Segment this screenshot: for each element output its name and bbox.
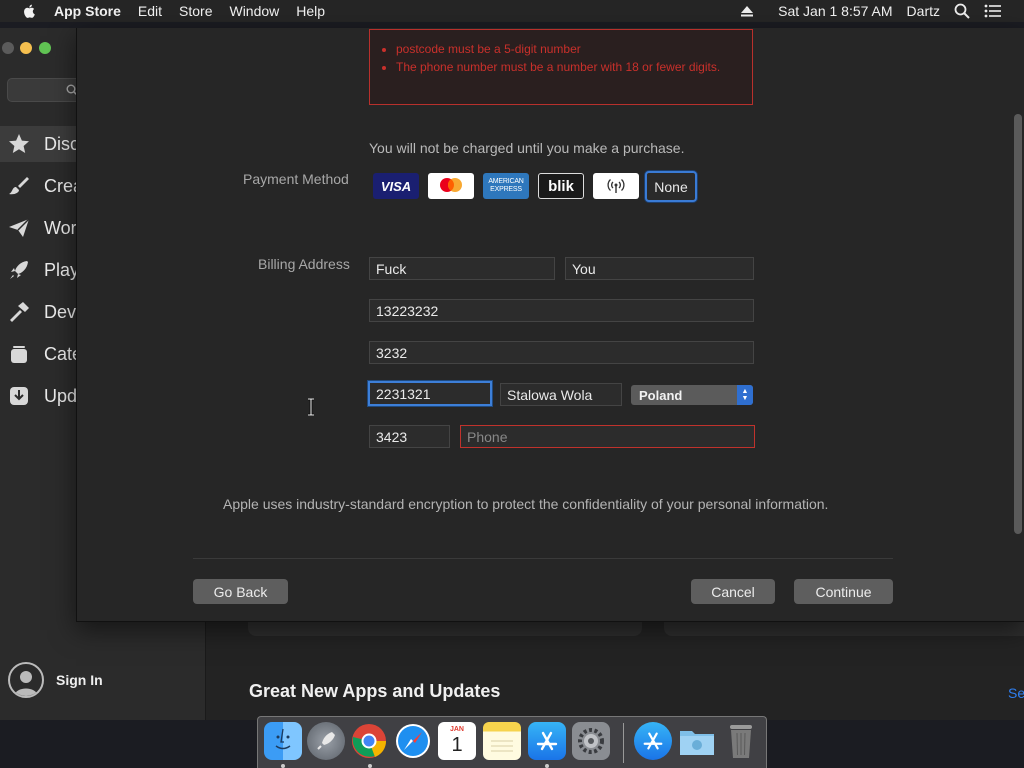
chevron-up-down-icon: ▲ ▼ (737, 385, 753, 405)
sidebar-item-label: Dev (44, 301, 77, 322)
section-title: Great New Apps and Updates (249, 681, 501, 701)
calendar-day: 1 (451, 734, 463, 756)
error-item: postcode must be a 5-digit number (396, 40, 742, 58)
first-name-field[interactable]: Fuck (369, 257, 555, 280)
menu-store[interactable]: Store (179, 3, 212, 19)
download-icon (6, 383, 32, 409)
menu-bar: App Store Edit Store Window Help Sat Jan… (0, 0, 1024, 22)
dock-separator (623, 723, 624, 763)
payment-sheet: postcode must be a 5-digit number The ph… (76, 28, 1024, 622)
avatar-icon (8, 662, 44, 698)
trash-icon[interactable] (722, 722, 760, 760)
contactless-option[interactable] (593, 173, 639, 199)
sidebar-item-label: Play (44, 259, 80, 280)
mastercard-icon (440, 178, 462, 192)
cancel-button[interactable]: Cancel (691, 579, 775, 604)
charge-note: You will not be charged until you make a… (369, 140, 685, 156)
calendar-month: JAN (449, 726, 464, 733)
menu-help[interactable]: Help (296, 3, 325, 19)
chrome-icon[interactable] (350, 722, 388, 760)
menu-edit[interactable]: Edit (138, 3, 162, 19)
hammer-icon (6, 299, 32, 325)
safari-icon[interactable] (394, 722, 432, 760)
zoom-window-button[interactable] (39, 42, 51, 54)
paper-plane-icon (6, 215, 32, 241)
menu-window[interactable]: Window (229, 3, 279, 19)
phone-field[interactable]: Phone (460, 425, 755, 448)
sign-in-label: Sign In (56, 672, 103, 688)
text-cursor-icon (308, 398, 314, 416)
star-icon (6, 131, 32, 157)
payment-method-label: Payment Method (243, 171, 349, 187)
eject-icon[interactable] (740, 4, 754, 18)
error-message-box: postcode must be a 5-digit number The ph… (369, 29, 753, 105)
sign-in-button[interactable]: Sign In (8, 662, 103, 698)
sidebar-item-label: Upd (44, 385, 78, 406)
folder-icon[interactable] (678, 722, 716, 760)
scrollbar[interactable] (1014, 114, 1022, 534)
minimize-window-button[interactable] (20, 42, 32, 54)
menu-user[interactable]: Dartz (907, 3, 940, 19)
app-store-icon[interactable] (528, 722, 566, 760)
running-indicator (281, 764, 285, 768)
last-name-field[interactable]: You (565, 257, 754, 280)
close-window-button[interactable] (2, 42, 14, 54)
none-payment-option[interactable]: None (645, 171, 697, 202)
categories-icon (6, 341, 32, 367)
launchpad-icon[interactable] (307, 722, 345, 760)
visa-option[interactable]: VISA (373, 173, 419, 199)
error-item: The phone number must be a number with 1… (396, 58, 742, 76)
city-field[interactable]: Stalowa Wola (500, 383, 622, 406)
none-label: None (654, 178, 688, 195)
blik-label: blik (548, 177, 574, 195)
divider (193, 558, 893, 559)
app-store-downloads-icon[interactable] (634, 722, 672, 760)
running-indicator (368, 764, 372, 768)
sidebar-item-label: Wor (44, 217, 77, 238)
menu-clock[interactable]: Sat Jan 1 8:57 AM (778, 3, 892, 19)
visa-label: VISA (380, 178, 412, 194)
finder-icon[interactable] (264, 722, 302, 760)
encryption-note: Apple uses industry-standard encryption … (223, 496, 829, 512)
area-code-field[interactable]: 3423 (369, 425, 450, 448)
contactless-icon (607, 179, 625, 193)
notification-center-icon[interactable] (984, 4, 1002, 18)
spotlight-search-icon[interactable] (954, 3, 970, 19)
continue-button[interactable]: Continue (794, 579, 893, 604)
postcode-field[interactable]: 2231321 (368, 381, 492, 406)
street-field[interactable]: 13223232 (369, 299, 754, 322)
mastercard-option[interactable] (428, 173, 474, 199)
brush-icon (6, 173, 32, 199)
blik-option[interactable]: blik (538, 173, 584, 199)
sidebar-item-label: Disc (44, 133, 79, 154)
billing-address-label: Billing Address (258, 256, 350, 272)
amex-label: AMERICAN EXPRESS (488, 178, 524, 193)
country-select[interactable]: Poland ▲ ▼ (631, 385, 753, 405)
system-preferences-icon[interactable] (572, 722, 610, 760)
see-all-link[interactable]: Se (1008, 685, 1024, 701)
notes-icon[interactable] (483, 722, 521, 760)
running-indicator (545, 764, 549, 768)
apple-icon[interactable] (20, 3, 40, 19)
street-line2-field[interactable]: 3232 (369, 341, 754, 364)
go-back-button[interactable]: Go Back (193, 579, 288, 604)
calendar-icon[interactable]: JAN 1 (438, 722, 476, 760)
rocket-icon (6, 257, 32, 283)
amex-option[interactable]: AMERICAN EXPRESS (483, 173, 529, 199)
dock: JAN 1 (257, 716, 767, 768)
country-value: Poland (639, 387, 683, 403)
menu-app-store[interactable]: App Store (54, 3, 121, 19)
